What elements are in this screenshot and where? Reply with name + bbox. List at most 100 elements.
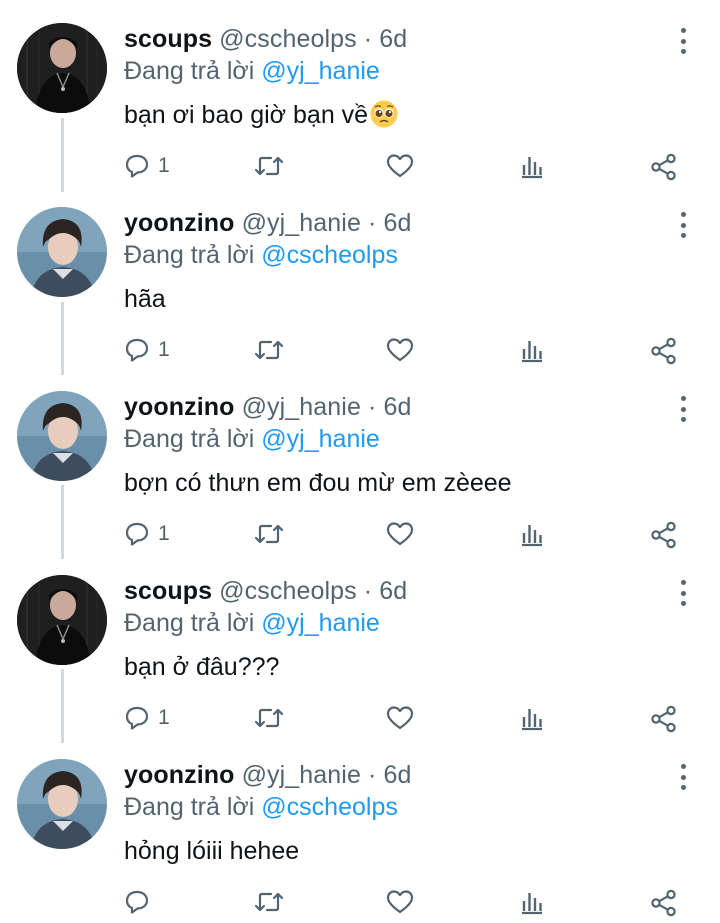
yoonzino-avatar[interactable] [17, 207, 107, 297]
reply-button[interactable]: 1 [124, 153, 170, 179]
tweet-header: yoonzino @yj_hanie · 6d [124, 759, 412, 791]
like-button[interactable] [386, 705, 414, 731]
share-icon [651, 889, 676, 917]
share-icon [651, 521, 676, 549]
display-name[interactable]: yoonzino [124, 209, 235, 237]
analytics-icon [522, 525, 542, 547]
analytics-button[interactable] [520, 153, 544, 179]
mention-link[interactable]: @cscheolps [261, 241, 398, 269]
reply-button[interactable] [124, 889, 158, 915]
tweet[interactable]: scoups @cscheolps · 6d Đang trả lời @yj_… [0, 0, 720, 184]
reply-icon [125, 338, 149, 362]
reply-button[interactable]: 1 [124, 337, 170, 363]
retweet-button[interactable] [254, 889, 284, 915]
replying-to: Đang trả lời @cscheolps [124, 791, 398, 823]
tweet[interactable]: yoonzino @yj_hanie · 6d Đang trả lời @yj… [0, 368, 720, 552]
reply-button[interactable]: 1 [124, 521, 170, 547]
replying-prefix: Đang trả lời [124, 241, 255, 269]
reply-button[interactable]: 1 [124, 705, 170, 731]
tweet-text: bạn ơi bao giờ bạn về [124, 97, 399, 133]
handle[interactable]: @yj_hanie [242, 209, 361, 237]
analytics-button[interactable] [520, 521, 544, 547]
like-button[interactable] [386, 521, 414, 547]
share-icon [651, 705, 676, 733]
tweet-text-content: hỏng lóiii hehee [124, 837, 300, 865]
more-options-icon[interactable] [668, 392, 698, 426]
share-button[interactable] [650, 705, 678, 733]
handle[interactable]: @yj_hanie [242, 761, 361, 789]
yoonzino-avatar[interactable] [17, 391, 107, 481]
scoups-avatar[interactable] [17, 23, 107, 113]
tweet[interactable]: yoonzino @yj_hanie · 6d Đang trả lời @cs… [0, 184, 720, 368]
tweet-text: hỏng lóiii hehee [124, 833, 299, 869]
share-icon [651, 153, 676, 181]
retweet-button[interactable] [254, 337, 284, 363]
like-button[interactable] [386, 889, 414, 915]
like-button[interactable] [386, 153, 414, 179]
timestamp[interactable]: 6d [384, 761, 412, 789]
tweet[interactable]: yoonzino @yj_hanie · 6d Đang trả lời @cs… [0, 736, 720, 920]
reply-icon [125, 522, 149, 546]
display-name[interactable]: yoonzino [124, 393, 235, 421]
pleading-face-emoji [370, 100, 398, 128]
tweet[interactable]: scoups @cscheolps · 6d Đang trả lời @yj_… [0, 552, 720, 736]
share-button[interactable] [650, 889, 678, 917]
mention-link[interactable]: @yj_hanie [261, 609, 380, 637]
retweet-button[interactable] [254, 705, 284, 731]
more-options-icon[interactable] [668, 576, 698, 610]
tweet-text: bạn ở đâu??? [124, 649, 279, 685]
yoonzino-avatar[interactable] [17, 759, 107, 849]
retweet-icon [254, 524, 284, 544]
heart-icon [386, 338, 414, 362]
handle[interactable]: @cscheolps [219, 577, 357, 605]
share-button[interactable] [650, 521, 678, 549]
tweet-text: bợn có thưn em đou mừ em zèeee [124, 465, 512, 501]
action-bar: 1 [0, 337, 720, 367]
timestamp[interactable]: 6d [379, 25, 407, 53]
retweet-button[interactable] [254, 521, 284, 547]
action-bar [0, 889, 720, 919]
separator-dot: · [356, 577, 380, 605]
separator-dot: · [360, 209, 384, 237]
display-name[interactable]: yoonzino [124, 761, 235, 789]
retweet-icon [254, 340, 284, 360]
analytics-button[interactable] [520, 337, 544, 363]
replying-to: Đang trả lời @yj_hanie [124, 55, 380, 87]
retweet-button[interactable] [254, 153, 284, 179]
heart-icon [386, 522, 414, 546]
action-bar: 1 [0, 705, 720, 735]
retweet-icon [254, 156, 284, 176]
tweet-text: hãa [124, 281, 166, 317]
heart-icon [386, 706, 414, 730]
analytics-button[interactable] [520, 889, 544, 915]
timestamp[interactable]: 6d [379, 577, 407, 605]
heart-icon [386, 154, 414, 178]
reply-icon [125, 890, 149, 914]
separator-dot: · [360, 761, 384, 789]
display-name[interactable]: scoups [124, 577, 212, 605]
mention-link[interactable]: @yj_hanie [261, 57, 380, 85]
display-name[interactable]: scoups [124, 25, 212, 53]
mention-link[interactable]: @yj_hanie [261, 425, 380, 453]
analytics-icon [522, 157, 542, 179]
tweet-text-content: bạn ở đâu??? [124, 653, 280, 681]
tweet-header: scoups @cscheolps · 6d [124, 575, 407, 607]
share-button[interactable] [650, 337, 678, 365]
share-button[interactable] [650, 153, 678, 181]
analytics-button[interactable] [520, 705, 544, 731]
more-options-icon[interactable] [668, 760, 698, 794]
timestamp[interactable]: 6d [384, 393, 412, 421]
handle[interactable]: @yj_hanie [242, 393, 361, 421]
more-options-icon[interactable] [668, 24, 698, 58]
analytics-icon [522, 893, 542, 915]
action-bar: 1 [0, 153, 720, 183]
like-button[interactable] [386, 337, 414, 363]
separator-dot: · [360, 393, 384, 421]
more-options-icon[interactable] [668, 208, 698, 242]
mention-link[interactable]: @cscheolps [261, 793, 398, 821]
replying-to: Đang trả lời @yj_hanie [124, 423, 380, 455]
tweet-text-content: bạn ơi bao giờ bạn về [124, 101, 369, 129]
timestamp[interactable]: 6d [384, 209, 412, 237]
scoups-avatar[interactable] [17, 575, 107, 665]
handle[interactable]: @cscheolps [219, 25, 357, 53]
